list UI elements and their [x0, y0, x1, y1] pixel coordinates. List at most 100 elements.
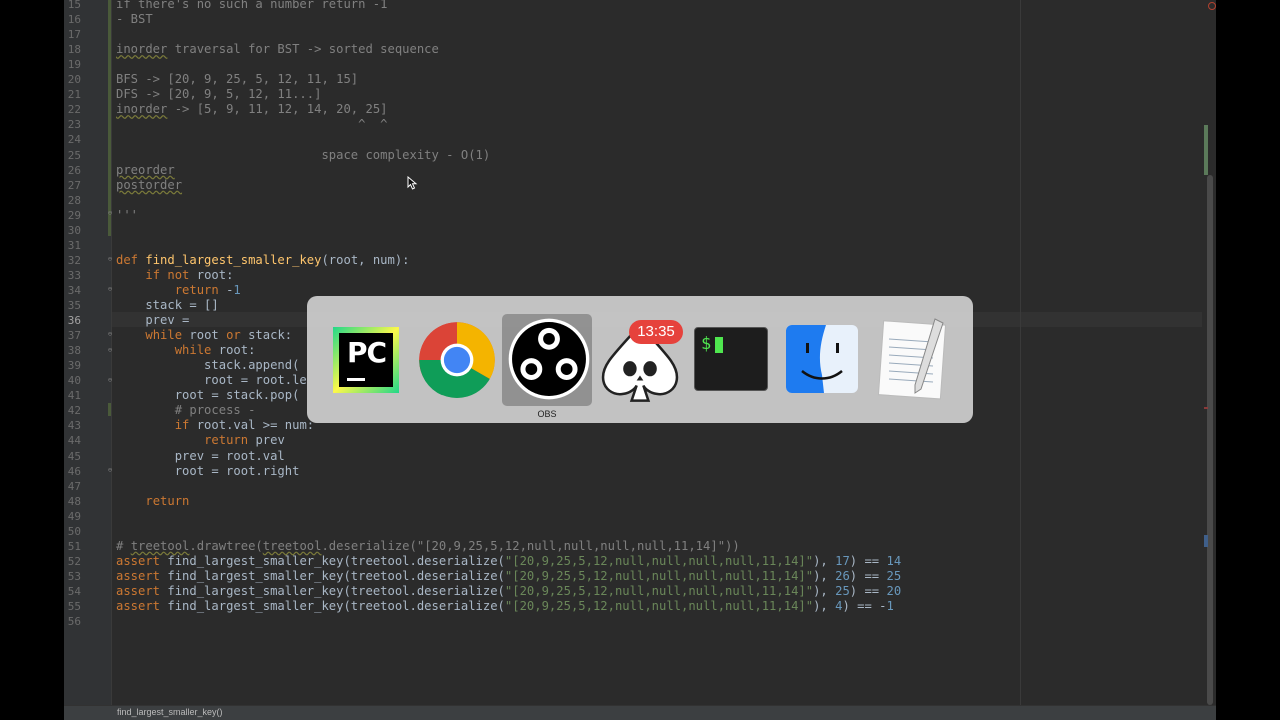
info-marker[interactable] [1204, 535, 1208, 547]
code-text[interactable]: root = root.le [116, 373, 307, 388]
code-line[interactable]: 47 [64, 479, 1216, 494]
code-line[interactable]: 50 [64, 524, 1216, 539]
finder-icon[interactable] [786, 325, 858, 393]
code-text[interactable]: root = stack.pop( [116, 388, 300, 403]
fold-icon[interactable]: ⊖ [106, 209, 114, 217]
code-text[interactable]: # treetool.drawtree(treetool.deserialize… [116, 539, 740, 554]
line-number: 29 [67, 208, 81, 222]
code-text[interactable]: ^ ^ [116, 117, 387, 132]
code-line[interactable]: 18 inorder traversal for BST -> sorted se… [64, 42, 1216, 57]
line-number: 18 [67, 43, 81, 57]
code-text[interactable]: root = root.right [116, 464, 300, 479]
code-line[interactable]: 23 ^ ^ [64, 117, 1216, 132]
textedit-icon[interactable] [877, 317, 951, 401]
code-line[interactable]: 19 [64, 57, 1216, 72]
code-line[interactable]: 20 BFS -> [20, 9, 25, 5, 12, 11, 15] [64, 72, 1216, 87]
line-number: 19 [67, 58, 81, 72]
code-text[interactable]: inorder traversal for BST -> sorted sequ… [116, 42, 439, 57]
line-number: 44 [67, 434, 81, 448]
pycharm-icon[interactable]: PC [333, 327, 399, 393]
code-text[interactable]: inorder -> [5, 9, 11, 12, 14, 20, 25] [116, 102, 388, 117]
line-number: 46 [67, 464, 81, 478]
code-line[interactable]: 51 # treetool.drawtree(treetool.deseriali… [64, 539, 1216, 554]
line-number: 35 [67, 299, 81, 312]
code-line[interactable]: 27 postorder [64, 178, 1216, 193]
code-line[interactable]: 45 prev = root.val [64, 449, 1216, 464]
code-text[interactable]: assert find_largest_smaller_key(treetool… [116, 599, 894, 614]
fold-icon[interactable]: ⊖ [106, 285, 114, 293]
code-text[interactable]: DFS -> [20, 9, 5, 12, 11...] [116, 87, 321, 102]
line-number: 30 [67, 223, 81, 237]
code-text[interactable]: assert find_largest_smaller_key(treetool… [116, 584, 901, 599]
code-line[interactable]: 30 [64, 223, 1216, 238]
code-line[interactable]: 16 - BST [64, 12, 1216, 27]
code-text[interactable]: assert find_largest_smaller_key(treetool… [116, 554, 901, 569]
code-text[interactable]: return prev [116, 433, 285, 448]
code-line[interactable]: 53 assert find_largest_smaller_key(treeto… [64, 569, 1216, 584]
code-text[interactable]: stack.append( [116, 358, 299, 373]
code-line[interactable]: 33 if not root: [64, 268, 1216, 283]
code-line[interactable]: 52 assert find_largest_smaller_key(treeto… [64, 554, 1216, 569]
code-line[interactable]: 17 [64, 27, 1216, 42]
code-text[interactable]: if not root: [116, 268, 233, 283]
code-text[interactable]: def find_largest_smaller_key(root, num): [116, 253, 410, 268]
code-text[interactable]: assert find_largest_smaller_key(treetool… [116, 569, 901, 584]
line-number: 37 [67, 329, 81, 343]
code-line[interactable]: 48 return [64, 494, 1216, 509]
line-number: 34 [67, 283, 81, 297]
code-line[interactable]: 56 [64, 614, 1216, 629]
code-text[interactable]: while root or stack: [116, 328, 292, 343]
code-line[interactable]: 21 DFS -> [20, 9, 5, 12, 11...] [64, 87, 1216, 102]
code-text[interactable]: if root.val >= num: [116, 418, 314, 433]
code-line[interactable]: 44 return prev [64, 433, 1216, 448]
line-number: 54 [67, 584, 81, 598]
fold-icon[interactable]: ⊖ [106, 466, 114, 474]
code-text[interactable]: BFS -> [20, 9, 25, 5, 12, 11, 15] [116, 72, 358, 87]
code-text[interactable]: prev = [116, 313, 197, 328]
line-number: 20 [67, 73, 81, 87]
fold-icon[interactable]: ⊖ [106, 255, 114, 263]
code-line[interactable]: 28 [64, 193, 1216, 208]
obs-icon[interactable] [507, 317, 591, 401]
code-line[interactable]: 46 root = root.right [64, 464, 1216, 479]
code-line[interactable]: 55 assert find_largest_smaller_key(treeto… [64, 599, 1216, 614]
breadcrumb-function[interactable]: find_largest_smaller_key() [117, 707, 223, 717]
app-label-obs: OBS [537, 409, 557, 419]
code-line[interactable]: 32 def find_largest_smaller_key(root, num… [64, 253, 1216, 268]
fold-icon[interactable]: ⊖ [106, 346, 114, 354]
code-text[interactable]: # process - [116, 403, 256, 418]
code-line[interactable]: 31 [64, 238, 1216, 253]
code-text[interactable]: while root: [116, 343, 256, 358]
code-text[interactable]: return [116, 494, 189, 509]
code-text[interactable]: return -1 [116, 283, 241, 298]
line-number: 38 [67, 344, 81, 358]
code-line[interactable]: 54 assert find_largest_smaller_key(treeto… [64, 584, 1216, 599]
line-number: 21 [67, 88, 81, 102]
code-text[interactable]: postorder [116, 178, 182, 193]
code-line[interactable]: 26 preorder [64, 163, 1216, 178]
error-indicator-icon[interactable] [1208, 2, 1216, 10]
chrome-icon[interactable] [416, 319, 498, 401]
warning-marker[interactable] [1204, 407, 1208, 409]
code-text[interactable]: - BST [116, 12, 153, 27]
code-text[interactable]: ''' [116, 208, 138, 223]
code-line[interactable]: 29 ''' [64, 208, 1216, 223]
change-marker[interactable] [1204, 125, 1208, 175]
scrollbar-thumb[interactable] [1207, 175, 1213, 705]
code-text[interactable]: stack = [] [116, 298, 218, 313]
code-line[interactable]: 22 inorder -> [5, 9, 11, 12, 14, 20, 25] [64, 102, 1216, 117]
fold-icon[interactable]: ⊖ [106, 330, 114, 338]
code-line[interactable]: 49 [64, 509, 1216, 524]
code-text[interactable]: preorder [116, 163, 175, 178]
code-line[interactable]: 24 [64, 132, 1216, 147]
terminal-icon[interactable]: $ [694, 327, 768, 391]
code-text[interactable]: space complexity - O(1) [116, 148, 490, 163]
code-text[interactable]: if there's no such a number return -1 [116, 0, 388, 12]
code-line[interactable]: 15 if there's no such a number return -1 [64, 0, 1216, 12]
line-number: 48 [67, 494, 81, 508]
code-text[interactable]: prev = root.val [116, 449, 285, 464]
code-line[interactable]: 25 space complexity - O(1) [64, 148, 1216, 163]
line-number: 49 [67, 509, 81, 523]
line-number: 50 [67, 524, 81, 538]
fold-icon[interactable]: ⊖ [106, 376, 114, 384]
